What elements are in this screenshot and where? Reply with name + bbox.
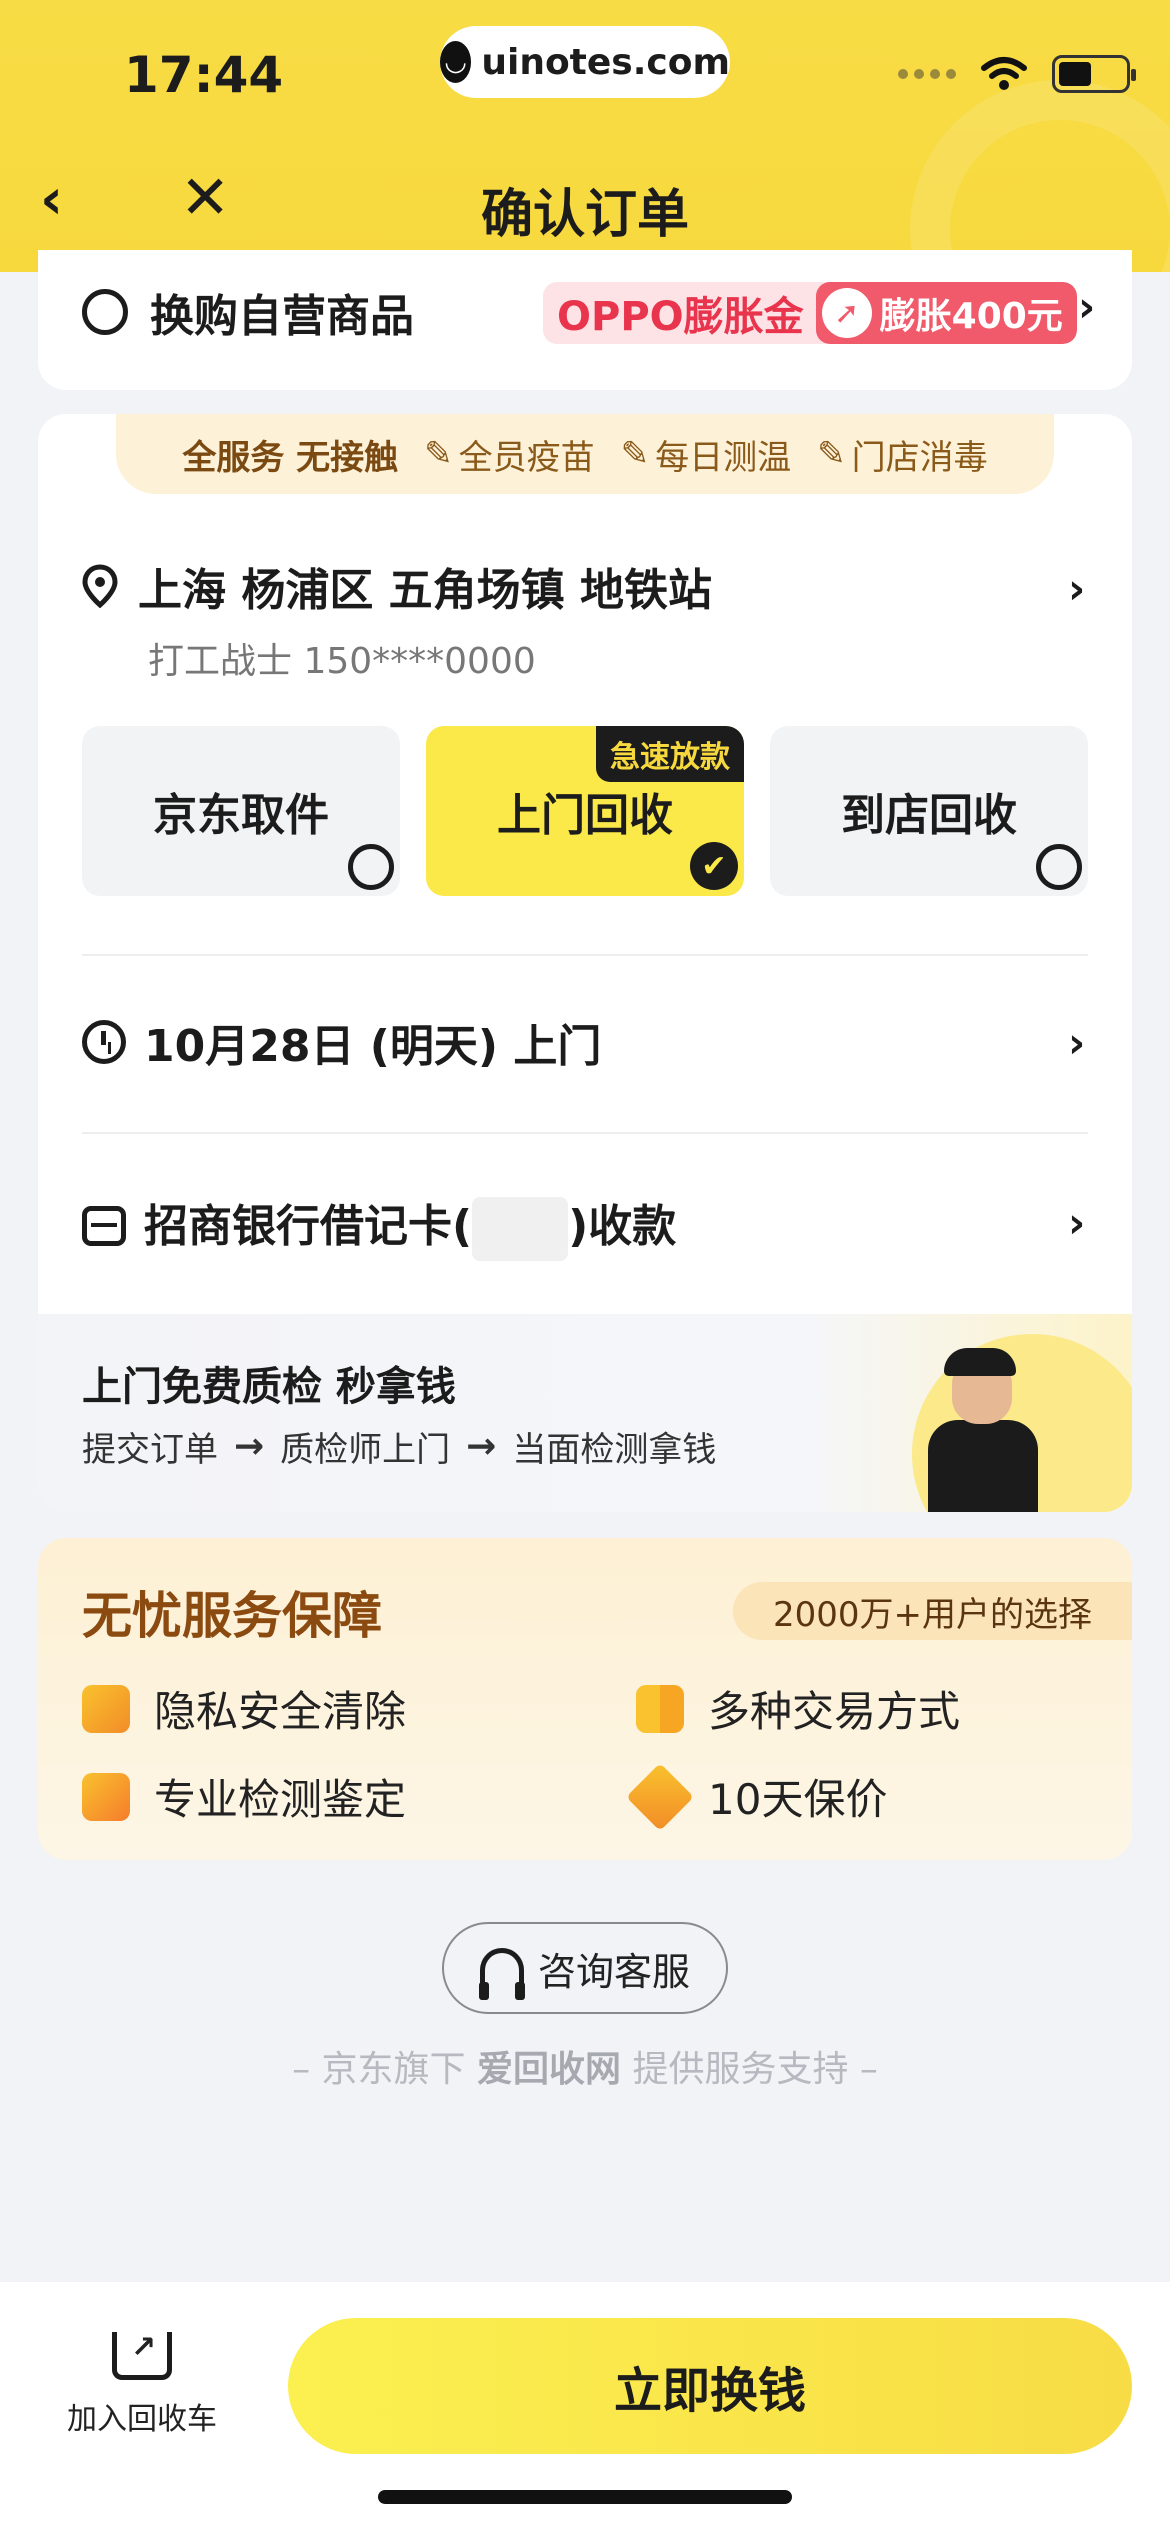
check-icon[interactable]: ✔ — [690, 842, 738, 890]
guarantee-card: 无忧服务保障 2000万+用户的选择 隐私安全清除 多种交易方式 专业检测鉴定 … — [38, 1538, 1132, 1860]
support-brand: 爱回收网 — [476, 2049, 621, 2090]
cart-label: 加入回收车 — [67, 2402, 217, 2437]
location-pin-icon — [82, 564, 118, 608]
service-strip-item: ✎ 门店消毒 — [817, 434, 988, 478]
promo-title: 上门免费质检 秒拿钱 — [82, 1364, 456, 1410]
header: 17:44 ◡ uinotes.com ‹ ✕ 确认订单 — [0, 0, 1170, 272]
method-door-recycle[interactable]: 急速放款 上门回收 ✔ — [426, 726, 744, 896]
tag-icon: ✎ — [620, 434, 650, 474]
chevron-right-icon[interactable]: › — [1078, 282, 1095, 331]
swap-card[interactable]: 换购自营商品 OPPO膨胀金 ➚ 膨胀400元 › — [38, 250, 1132, 390]
schedule-row[interactable]: 10月28日 (明天) 上门 — [82, 1010, 601, 1074]
oppo-boost-tag[interactable]: OPPO膨胀金 ➚ 膨胀400元 — [543, 282, 1077, 344]
guarantee-item: 多种交易方式 — [636, 1678, 960, 1739]
method-radio[interactable] — [348, 844, 394, 890]
address-row[interactable]: 上海 杨浦区 五角场镇 地铁站 — [82, 554, 712, 618]
wifi-icon — [981, 57, 1027, 90]
boost-text: 膨胀400元 — [879, 296, 1063, 337]
method-label: 上门回收 — [497, 790, 673, 841]
fast-payout-badge: 急速放款 — [596, 726, 744, 782]
home-indicator[interactable] — [378, 2490, 792, 2504]
arrow-right-icon: → — [234, 1426, 265, 1467]
masked-card-number — [472, 1197, 569, 1261]
guarantee-title: 无忧服务保障 — [82, 1587, 382, 1645]
url-pill[interactable]: ◡ uinotes.com — [440, 26, 730, 98]
oppo-brand-text: OPPO膨胀金 — [557, 294, 804, 340]
guarantee-pill: 2000万+用户的选择 — [732, 1582, 1132, 1640]
add-to-cart-button[interactable]: 加入回收车 — [62, 2330, 222, 2438]
service-strip-lead: 全服务 无接触 — [182, 437, 399, 478]
address-contact: 打工战士 150****0000 — [148, 641, 536, 682]
service-strip: 全服务 无接触 ✎ 全员疫苗 ✎ 每日测温 ✎ 门店消毒 — [116, 414, 1054, 494]
service-strip-item: ✎ 全员疫苗 — [424, 434, 595, 478]
status-indicators — [898, 55, 1136, 93]
chevron-right-icon[interactable]: › — [1068, 564, 1085, 613]
inspector-illustration — [892, 1334, 1132, 1512]
divider — [82, 954, 1088, 956]
privacy-shield-icon — [82, 1684, 130, 1733]
swap-label: 换购自营商品 — [150, 291, 414, 342]
swap-radio[interactable] — [82, 289, 128, 335]
payment-row[interactable]: 招商银行借记卡()收款 — [82, 1190, 676, 1261]
clock-icon — [82, 1020, 126, 1064]
arrow-right-icon: → — [466, 1426, 497, 1467]
chevron-right-icon[interactable]: › — [1068, 1198, 1085, 1247]
transaction-icon — [636, 1684, 684, 1733]
bank-card-icon — [82, 1205, 126, 1246]
method-jd-pickup[interactable]: 京东取件 — [82, 726, 400, 896]
boost-arrow-icon: ➚ — [821, 288, 872, 338]
consult-button[interactable]: 咨询客服 — [442, 1922, 728, 2014]
swap-option[interactable]: 换购自营商品 — [82, 280, 414, 344]
support-footer: – 京东旗下 爱回收网 提供服务支持 – — [292, 2049, 878, 2090]
guarantee-item: 隐私安全清除 — [82, 1678, 406, 1739]
url-text: uinotes.com — [481, 41, 730, 83]
inspection-icon — [82, 1772, 130, 1821]
promo-steps: 提交订单 → 质检师上门 → 当面检测拿钱 — [82, 1426, 717, 1470]
price-protect-icon — [626, 1762, 694, 1831]
signal-icon — [898, 69, 956, 79]
tag-icon: ✎ — [817, 434, 846, 474]
site-logo-icon: ◡ — [440, 41, 472, 83]
status-time: 17:44 — [124, 46, 284, 104]
battery-icon — [1052, 55, 1136, 93]
headset-icon — [478, 1948, 525, 2000]
method-radio[interactable] — [1036, 844, 1082, 890]
method-label: 京东取件 — [153, 790, 329, 841]
service-strip-item: ✎ 每日测温 — [620, 434, 792, 478]
guarantee-item: 专业检测鉴定 — [82, 1766, 406, 1827]
address-line1: 上海 杨浦区 五角场镇 地铁站 — [138, 565, 712, 616]
method-label: 到店回收 — [841, 790, 1017, 841]
cart-icon — [112, 2330, 172, 2380]
guarantee-item: 10天保价 — [626, 1762, 887, 1831]
payment-text: 招商银行借记卡()收款 — [144, 1190, 676, 1261]
divider — [82, 1132, 1088, 1134]
page-title: 确认订单 — [480, 185, 689, 245]
boost-pill: ➚ 膨胀400元 — [815, 282, 1077, 344]
order-card: 全服务 无接触 ✎ 全员疫苗 ✎ 每日测温 ✎ 门店消毒 上海 杨浦区 五角场镇 地铁… — [38, 414, 1132, 1512]
chevron-right-icon[interactable]: › — [1068, 1018, 1085, 1067]
method-store-recycle[interactable]: 到店回收 — [770, 726, 1088, 896]
exchange-now-button[interactable]: 立即换钱 — [288, 2318, 1132, 2454]
consult-label: 咨询客服 — [537, 1949, 690, 1994]
schedule-text: 10月28日 (明天) 上门 — [144, 1021, 602, 1072]
tag-icon: ✎ — [424, 434, 453, 474]
promo-banner: 上门免费质检 秒拿钱 提交订单 → 质检师上门 → 当面检测拿钱 — [38, 1314, 1132, 1512]
